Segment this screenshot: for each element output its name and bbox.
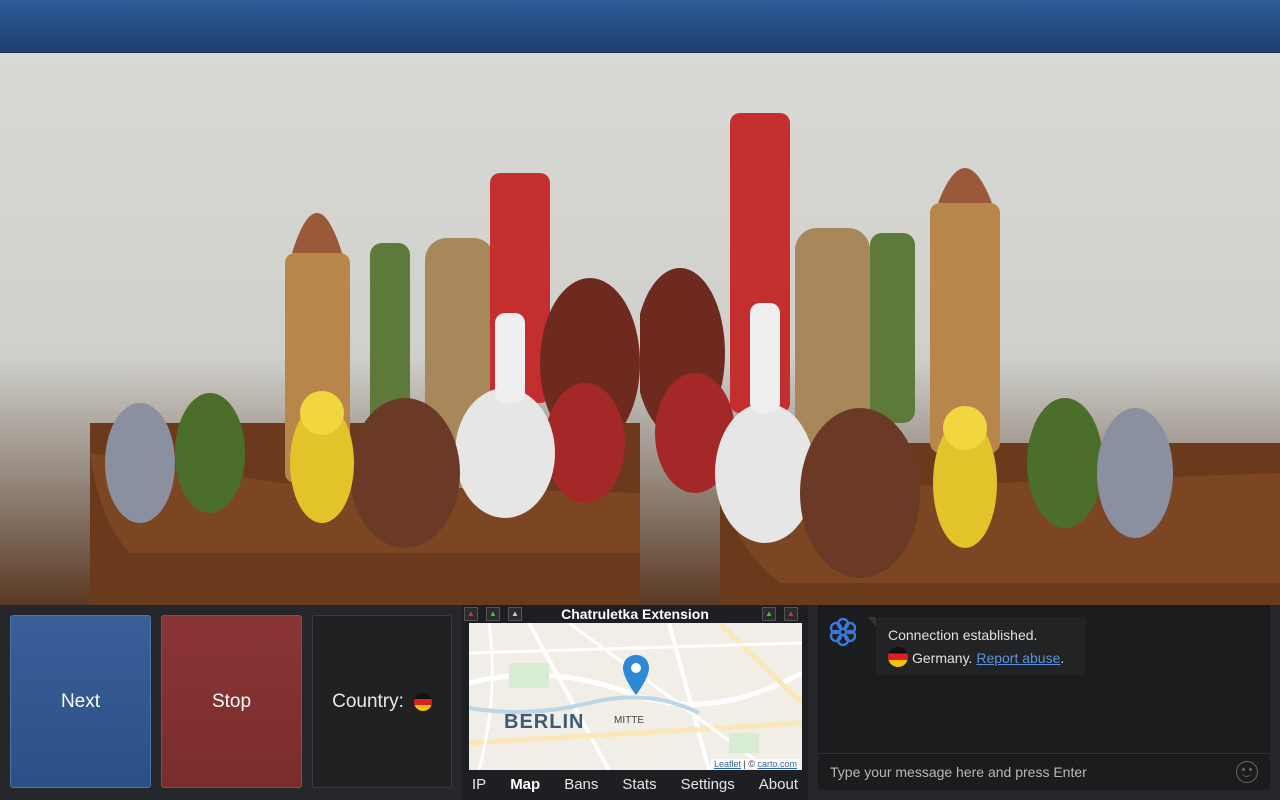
tab-ip[interactable]: IP <box>472 776 486 793</box>
emoji-mouth <box>1242 771 1251 777</box>
connection-status-text: Connection established. <box>888 627 1038 643</box>
extension-panel: ▲ ▲ ▲ Chatruletka Extension ▲ ▲ BERLIN M… <box>462 605 808 800</box>
country-line: Germany. Report abuse. <box>888 647 1074 670</box>
report-suffix: . <box>1060 650 1065 666</box>
germany-flag-icon <box>888 647 908 667</box>
location-map[interactable]: BERLIN MITTE Leaflet | © carto.com <box>469 623 802 770</box>
emoji-icon[interactable] <box>1236 761 1258 783</box>
next-button-label: Next <box>60 690 101 712</box>
bubble-tail <box>868 617 876 627</box>
country-name: Germany. <box>912 650 973 666</box>
tab-bans[interactable]: Bans <box>564 776 598 793</box>
top-bar <box>0 0 1280 53</box>
chat-panel: Connection established. Germany. Report … <box>818 605 1270 790</box>
germany-flag-icon <box>413 692 432 711</box>
close-arrow-icon[interactable]: ▲ <box>784 607 798 621</box>
map-marker-icon[interactable] <box>623 655 649 695</box>
stop-button[interactable]: Stop <box>161 615 302 788</box>
remote-video <box>0 53 640 605</box>
country-label: Country: <box>332 690 404 712</box>
chat-message-input[interactable] <box>818 754 1270 790</box>
map-attribution: Leaflet | © carto.com <box>710 759 800 769</box>
leaflet-link[interactable]: Leaflet <box>714 759 741 769</box>
stop-button-label: Stop <box>211 690 252 712</box>
carto-link[interactable]: carto.com <box>757 759 797 769</box>
minimize-arrow-icon[interactable]: ▲ <box>762 607 776 621</box>
tab-about[interactable]: About <box>759 776 798 793</box>
report-abuse-link[interactable]: Report abuse <box>976 650 1060 666</box>
tab-map[interactable]: Map <box>510 776 540 793</box>
attribution-separator: | © <box>741 759 758 769</box>
map-district-label: MITTE <box>614 715 644 726</box>
extension-title: Chatruletka Extension <box>561 606 709 622</box>
country-button[interactable]: Country: <box>312 615 452 788</box>
map-city-label: BERLIN <box>504 711 585 733</box>
extension-tabs: IP Map Bans Stats Settings About <box>462 769 808 799</box>
tab-settings[interactable]: Settings <box>681 776 735 793</box>
chat-logo-icon <box>829 617 857 647</box>
local-video <box>640 53 1280 605</box>
system-message: Connection established. Germany. Report … <box>868 617 1086 675</box>
next-button[interactable]: Next <box>10 615 151 788</box>
chat-input-bar <box>818 753 1270 790</box>
tab-stats[interactable]: Stats <box>622 776 656 793</box>
